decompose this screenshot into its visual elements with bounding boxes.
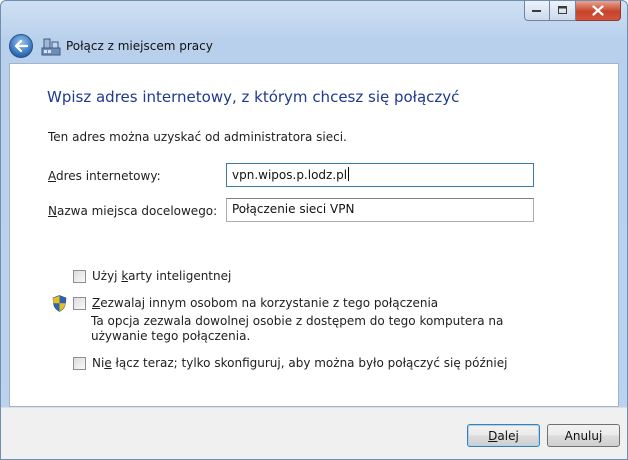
destination-label-text: azwa miejsca docelowego: xyxy=(56,204,218,218)
window-title: Połącz z miejscem pracy xyxy=(66,39,213,53)
minimize-button[interactable] xyxy=(524,1,550,21)
allow-others-label-post: ezwalaj innym osobom na korzystanie z te… xyxy=(100,296,439,310)
maximize-button[interactable] xyxy=(550,1,576,21)
address-label: Adres internetowy: xyxy=(48,169,161,183)
page-heading: Wpisz adres internetowy, z którym chcesz… xyxy=(47,88,460,106)
destination-label: Nazwa miejsca docelowego: xyxy=(48,204,217,218)
network-connection-icon xyxy=(41,38,61,56)
destination-input-value: Połączenie sieci VPN xyxy=(232,202,355,216)
navigation-bar: Połącz z miejscem pracy xyxy=(1,31,627,63)
uac-shield-icon xyxy=(52,295,67,312)
allow-others-label: Zezwalaj innym osobom na korzystanie z t… xyxy=(92,296,438,310)
allow-others-checkbox[interactable] xyxy=(73,296,86,310)
window-controls xyxy=(524,1,621,21)
wizard-content: Wpisz adres internetowy, z którym chcesz… xyxy=(9,63,619,407)
dont-connect-label-post: łącz teraz; tylko skonfiguruj, aby można… xyxy=(111,356,508,370)
dialog-window: Połącz z miejscem pracy Wpisz adres inte… xyxy=(0,0,628,460)
destination-input[interactable]: Połączenie sieci VPN xyxy=(226,198,534,222)
address-input[interactable]: vpn.wipos.p.lodz.pl xyxy=(226,163,534,187)
destination-label-mnemonic: N xyxy=(48,204,57,218)
allow-others-option[interactable]: Zezwalaj innym osobom na korzystanie z t… xyxy=(73,296,438,310)
dont-connect-label: Nie łącz teraz; tylko skonfiguruj, aby m… xyxy=(92,356,507,370)
allow-others-description: Ta opcja zezwala dowolnej osobie z dostę… xyxy=(91,314,504,343)
next-button[interactable]: Dalej xyxy=(467,424,540,447)
dont-connect-label-pre: Ni xyxy=(92,356,105,370)
close-icon xyxy=(592,5,604,16)
close-button[interactable] xyxy=(576,1,621,21)
info-text: Ten adres można uzyskać od administrator… xyxy=(48,130,347,144)
dont-connect-checkbox[interactable] xyxy=(73,356,86,370)
text-caret xyxy=(348,167,350,181)
maximize-icon xyxy=(557,6,567,14)
address-label-text: dres internetowy: xyxy=(56,169,161,183)
button-bar: Dalej Anuluj xyxy=(1,407,627,459)
smart-card-label-post: arty inteligentnej xyxy=(128,269,232,283)
back-arrow-icon xyxy=(14,40,28,52)
cancel-button[interactable]: Anuluj xyxy=(547,424,620,447)
back-button[interactable] xyxy=(9,34,33,58)
dont-connect-option[interactable]: Nie łącz teraz; tylko skonfiguruj, aby m… xyxy=(73,356,507,370)
title-bar[interactable] xyxy=(1,1,627,31)
smart-card-label-pre: Użyj xyxy=(92,269,122,283)
next-button-mnemonic: D xyxy=(488,428,498,443)
minimize-icon xyxy=(532,9,541,12)
dont-connect-label-mnemonic: e xyxy=(104,356,112,370)
allow-others-label-mnemonic: Z xyxy=(92,296,101,310)
address-input-value: vpn.wipos.p.lodz.pl xyxy=(232,168,348,182)
smart-card-option[interactable]: Użyj karty inteligentnej xyxy=(73,269,231,283)
address-label-mnemonic: A xyxy=(48,169,56,183)
smart-card-label: Użyj karty inteligentnej xyxy=(92,269,231,283)
next-button-text: alej xyxy=(497,428,519,443)
smart-card-checkbox[interactable] xyxy=(73,269,86,283)
